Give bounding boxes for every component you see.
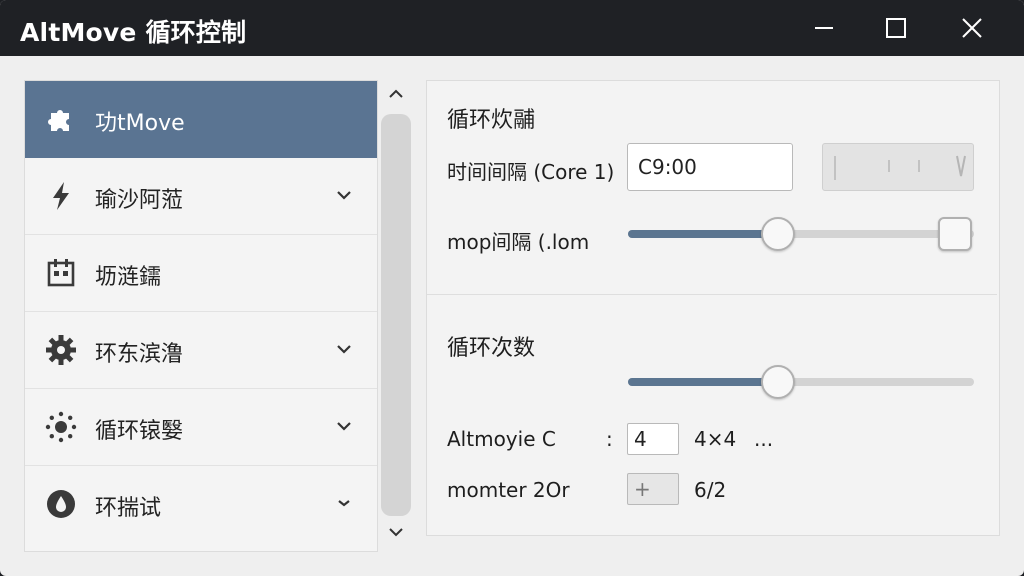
- count-slider-fill: [628, 378, 778, 386]
- maximize-icon: [886, 18, 906, 38]
- sidebar-item-3[interactable]: 坜涟鑐: [25, 235, 377, 312]
- mop-interval-slider-fill: [628, 230, 778, 238]
- minimize-icon: [815, 27, 833, 29]
- chevron-down-icon[interactable]: [335, 494, 353, 512]
- disabled-dropdown: [822, 143, 974, 191]
- momter-extra: 6/2: [694, 478, 727, 502]
- section-divider: [427, 294, 997, 295]
- mop-interval-slider-thumb[interactable]: [761, 217, 795, 251]
- settings-dots-icon: [45, 411, 77, 443]
- momter-label: momter 2Or: [447, 478, 570, 502]
- sidebar-item-label: 瑜沙阿蒞: [95, 188, 184, 213]
- sidebar-item-label: 坜涟鑐: [95, 265, 162, 290]
- count-section-title: 循环次数: [447, 336, 536, 361]
- altmoyie-extra: 4×4: [694, 427, 737, 451]
- sidebar-item-label: 循环锿嫛: [95, 419, 184, 444]
- scroll-down-arrow[interactable]: [386, 522, 406, 542]
- puzzle-gear-icon: [45, 103, 77, 135]
- sidebar: 功tMove 瑜沙阿蒞 坜涟鑐 环东滨澛 循环锿嫛 环揣试: [24, 80, 378, 552]
- time-interval-label: 时间间隔 (Core 1): [447, 160, 615, 184]
- dropdown-handle-icon: [834, 155, 966, 180]
- altmoyie-input[interactable]: 4: [627, 423, 679, 455]
- sidebar-item-4[interactable]: 环东滨澛: [25, 312, 377, 389]
- altmoyie-label: Altmoyie C: [447, 427, 556, 451]
- calendar-icon: [45, 257, 77, 289]
- sidebar-item-label: 环揣试: [95, 496, 162, 521]
- title-bar: AltMove 循环控制: [0, 0, 1024, 56]
- more-ellipsis[interactable]: ...: [754, 427, 773, 451]
- sidebar-item-6[interactable]: 环揣试: [25, 466, 377, 542]
- sidebar-item-2[interactable]: 瑜沙阿蒞: [25, 158, 377, 235]
- interval-section-title: 循环炊鬴: [447, 108, 536, 133]
- close-button[interactable]: [940, 0, 1004, 56]
- close-icon: [962, 18, 982, 38]
- sidebar-item-label: 功tMove: [95, 111, 185, 136]
- lightning-icon: [45, 180, 77, 212]
- minimize-button[interactable]: [792, 0, 856, 56]
- chevron-down-icon[interactable]: [335, 186, 353, 204]
- window-title: AltMove 循环控制: [20, 18, 247, 47]
- sidebar-item-label: 环东滨澛: [95, 342, 184, 367]
- momter-input[interactable]: +: [627, 473, 679, 505]
- chevron-down-icon[interactable]: [335, 417, 353, 435]
- maximize-button[interactable]: [864, 0, 928, 56]
- sidebar-item-5[interactable]: 循环锿嫛: [25, 389, 377, 466]
- count-slider-thumb[interactable]: [761, 365, 795, 399]
- sidebar-item-altmove[interactable]: 功tMove: [25, 81, 377, 158]
- scrollbar-thumb[interactable]: [381, 114, 411, 516]
- drop-icon: [45, 488, 77, 520]
- mop-interval-label: mop间隔 (.lom: [447, 230, 590, 254]
- gear-icon: [45, 334, 77, 366]
- altmoyie-colon: :: [606, 427, 613, 451]
- chevron-down-icon[interactable]: [335, 340, 353, 358]
- scroll-up-arrow[interactable]: [386, 84, 406, 104]
- time-interval-input[interactable]: C9:00: [627, 143, 793, 191]
- mop-interval-max-thumb[interactable]: [938, 217, 972, 251]
- app-window: AltMove 循环控制 功tMove 瑜沙阿蒞 坜涟鑐 环东滨澛 循环锿嫛 环…: [0, 0, 1024, 576]
